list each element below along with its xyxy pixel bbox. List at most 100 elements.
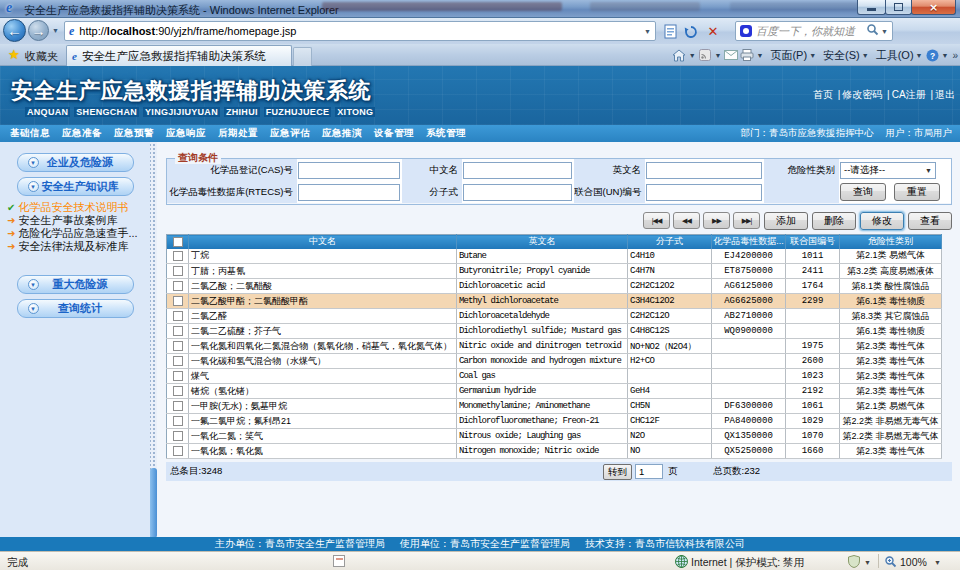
back-button[interactable]: ← (3, 19, 26, 42)
un-number-input[interactable] (646, 184, 762, 201)
row-checkbox[interactable] (173, 401, 183, 411)
table-row[interactable]: 二氯乙酸；二氯醋酸Dichloroacetic acidC2H2C12O2AG6… (167, 279, 942, 294)
menu-item[interactable]: 基础信息 (10, 127, 50, 140)
help-dropdown-icon[interactable]: ▼ (942, 52, 949, 59)
row-checkbox[interactable] (173, 251, 183, 261)
menu-item[interactable]: 后期处置 (218, 127, 258, 140)
table-row[interactable]: 一氧化碳和氢气混合物（水煤气）Carbon monoxide and hydro… (167, 354, 942, 369)
page-menu[interactable]: 页面(P) (770, 48, 807, 63)
header-link[interactable]: 首页 (813, 89, 833, 100)
zoom-dropdown-icon[interactable]: ▼ (934, 559, 941, 566)
header-link[interactable]: CA注册 (892, 89, 926, 100)
sidebar-button[interactable]: ▼查询统计 (17, 299, 134, 318)
address-dropdown-icon[interactable]: ▼ (644, 28, 651, 35)
maximize-button[interactable] (885, 0, 912, 15)
menu-item[interactable]: 应急响应 (166, 127, 206, 140)
column-header[interactable]: 分子式 (628, 235, 712, 249)
menu-item[interactable]: 应急准备 (62, 127, 102, 140)
search-magnifier-icon[interactable] (866, 23, 879, 39)
table-row[interactable]: 丁腈；丙基氰Butyronitrile; Propyl cyanideC4H7N… (167, 264, 942, 279)
danger-class-select[interactable]: --请选择--▼ (840, 162, 936, 179)
forward-button[interactable]: → (28, 20, 49, 41)
column-header[interactable]: 危险性类别 (840, 235, 942, 249)
address-bar[interactable]: e http://localhost:90/yjzh/frame/homepag… (64, 21, 656, 41)
protected-mode-shield-icon[interactable] (848, 555, 860, 570)
row-checkbox[interactable] (173, 281, 183, 291)
column-header[interactable]: 化学品毒性数据... (712, 235, 786, 249)
splitter-handle[interactable] (150, 468, 157, 538)
tools-menu[interactable]: 工具(O) (876, 48, 914, 63)
browser-tab[interactable]: e 安全生产应急救援指挥辅助决策系统 (66, 45, 292, 66)
column-header[interactable]: 联合国编号 (786, 235, 840, 249)
delete-button[interactable]: 删除 (812, 212, 856, 230)
column-header[interactable]: 中文名 (189, 235, 457, 249)
row-checkbox[interactable] (173, 446, 183, 456)
row-checkbox[interactable] (173, 266, 183, 276)
cas-input[interactable] (298, 162, 400, 179)
goto-page-input[interactable] (635, 464, 663, 479)
close-button[interactable]: × (911, 0, 956, 15)
column-header[interactable]: 英文名 (457, 235, 628, 249)
shield-dropdown-icon[interactable]: ▼ (864, 559, 871, 566)
read-mail-icon[interactable] (724, 47, 739, 63)
page-dropdown-icon[interactable]: ▼ (809, 52, 816, 59)
table-row[interactable]: 二氯乙酸甲酯；二氯醋酸甲酯Methyl dichloroacetateC3H4C… (167, 294, 942, 309)
safety-menu[interactable]: 安全(S) (823, 48, 860, 63)
table-row[interactable]: 丁烷ButaneC4H10EJ42000001011第2.1类 易燃气体 (167, 249, 942, 264)
url-text[interactable]: http://localhost:90/yjzh/frame/homepage.… (79, 25, 296, 37)
goto-page-button[interactable]: 转到 (603, 464, 632, 480)
favorites-label[interactable]: 收藏夹 (25, 49, 58, 64)
row-checkbox[interactable] (173, 311, 183, 321)
menu-item[interactable]: 系统管理 (426, 127, 466, 140)
sidebar-item[interactable]: ➜安全法律法规及标准库 (0, 240, 150, 253)
print-dropdown-icon[interactable]: ▼ (757, 52, 764, 59)
row-checkbox[interactable] (173, 296, 183, 306)
row-checkbox[interactable] (173, 416, 183, 426)
select-all-checkbox[interactable] (173, 237, 183, 247)
search-input[interactable]: 百度一下，你就知道 (756, 24, 855, 39)
favorites-star-icon[interactable]: ★ (8, 47, 20, 62)
tools-dropdown-icon[interactable]: ▼ (916, 52, 923, 59)
refresh-icon[interactable] (681, 22, 701, 41)
sidebar-button[interactable]: ▼重大危险源 (17, 275, 134, 294)
row-checkbox[interactable] (173, 341, 183, 351)
home-icon[interactable] (672, 47, 687, 63)
zoom-level-label[interactable]: 100% (900, 556, 927, 568)
formula-input[interactable] (463, 184, 572, 201)
help-icon[interactable]: ? (925, 47, 940, 63)
table-row[interactable]: 一氧化二氮；笑气Nitrous oxide; Laughing gasN2OQX… (167, 429, 942, 444)
compatibility-view-icon[interactable] (660, 22, 680, 41)
add-button[interactable]: 添加 (764, 212, 808, 230)
table-row[interactable]: 锗烷（氢化锗）Germanium hydrideGeH42192第2.3类 毒性… (167, 384, 942, 399)
stop-icon[interactable]: ✕ (703, 22, 723, 41)
menu-item[interactable]: 应急推演 (322, 127, 362, 140)
splitter[interactable] (150, 142, 157, 537)
search-box[interactable]: 百度一下，你就知道 ▼ (735, 21, 893, 41)
home-dropdown-icon[interactable]: ▼ (689, 52, 696, 59)
row-checkbox[interactable] (173, 386, 183, 396)
last-page-button[interactable]: ▶▶| (733, 212, 760, 229)
view-button[interactable]: 查看 (908, 212, 952, 230)
header-link[interactable]: 退出 (935, 89, 955, 100)
zoom-magnifier-icon[interactable] (884, 555, 897, 570)
row-checkbox[interactable] (173, 431, 183, 441)
search-dropdown-icon[interactable]: ▼ (881, 28, 888, 35)
table-row[interactable]: 一氧化氮和四氧化二氮混合物（氮氧化物，硝基气，氧化氮气体）Nitric oxid… (167, 339, 942, 354)
table-row[interactable]: 二氯二乙硫醚；芥子气Dichlorodiethyl sulfide; Musta… (167, 324, 942, 339)
table-row[interactable]: 一甲胺(无水)；氨基甲烷Monomethylamine; Aminomethan… (167, 399, 942, 414)
reset-button[interactable]: 重置 (894, 183, 940, 201)
row-checkbox[interactable] (173, 371, 183, 381)
table-row[interactable]: 二氯乙醛DichloroacetaldehydeC2H2C12OAB271000… (167, 309, 942, 324)
first-page-button[interactable]: |◀◀ (643, 212, 670, 229)
menu-item[interactable]: 应急评估 (270, 127, 310, 140)
table-row[interactable]: 一氟二氯甲烷；氟利昂21Dichlorofluoromethane; Freon… (167, 414, 942, 429)
header-link[interactable]: 修改密码 (842, 89, 882, 100)
more-commands-icon[interactable]: » (952, 50, 958, 61)
recent-pages-dropdown-icon[interactable]: ▼ (52, 27, 59, 34)
select-dropdown-icon[interactable]: ▼ (925, 167, 932, 174)
search-button[interactable]: 查询 (840, 183, 886, 201)
next-page-button[interactable]: ▶▶ (703, 212, 730, 229)
new-tab-button[interactable] (293, 47, 312, 66)
feeds-icon[interactable] (698, 47, 713, 63)
menu-item[interactable]: 设备管理 (374, 127, 414, 140)
